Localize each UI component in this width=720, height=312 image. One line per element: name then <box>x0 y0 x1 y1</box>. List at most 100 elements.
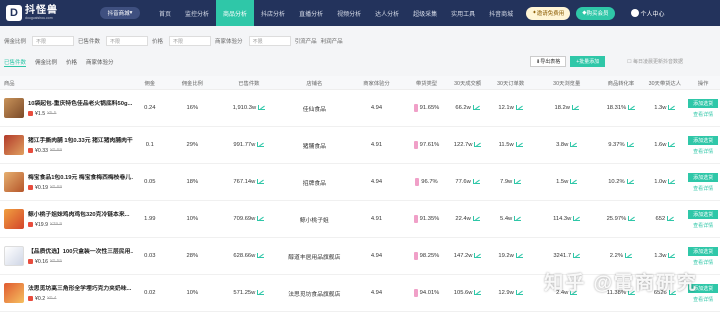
column-header[interactable]: 店铺名 <box>280 79 349 87</box>
trend-icon[interactable] <box>474 252 482 258</box>
column-header[interactable]: 30天浏览量 <box>535 79 599 87</box>
product-cell[interactable]: 法思觅坊高三角形全学埋巧克力夹奶味... ¥0.2 ¥0.4 <box>0 283 133 303</box>
buy-membership-button[interactable]: ◆ 购买会员 <box>576 6 615 20</box>
trend-icon[interactable] <box>515 252 523 258</box>
table-row[interactable]: 10袋起包-重庆特色佳品老火锅底料50g... ¥1.5 ¥5.5 0.24 16% 1,… <box>0 90 720 127</box>
product-cell[interactable]: 10袋起包-重庆特色佳品老火锅底料50g... ¥1.5 ¥5.5 <box>0 98 133 118</box>
trend-icon[interactable] <box>625 252 633 258</box>
sort-tab[interactable]: 已售件数 <box>4 58 27 67</box>
trend-icon[interactable] <box>573 215 581 221</box>
nav-item[interactable]: 达人分析 <box>368 0 406 26</box>
trend-icon[interactable] <box>515 141 523 147</box>
trend-icon[interactable] <box>257 215 265 221</box>
view-detail-link[interactable]: 查看详情 <box>686 148 720 155</box>
product-thumbnail[interactable] <box>4 209 24 229</box>
trend-icon[interactable] <box>472 215 480 221</box>
trend-icon[interactable] <box>667 215 675 221</box>
view-detail-link[interactable]: 查看详情 <box>686 111 720 118</box>
column-header[interactable]: 30天订单数 <box>486 79 535 87</box>
view-detail-link[interactable]: 查看详情 <box>686 222 720 229</box>
filter-option[interactable]: 引流产品 <box>295 37 317 45</box>
nav-item[interactable]: 抖店分析 <box>254 0 292 26</box>
trend-icon[interactable] <box>257 178 265 184</box>
nav-item[interactable]: 抖音商城 <box>482 0 520 26</box>
platform-selector[interactable]: 抖音商城 ▾ <box>100 7 140 19</box>
user-center[interactable]: 个人中心 <box>630 9 665 18</box>
column-header[interactable]: 带货类型 <box>404 79 449 87</box>
column-header[interactable]: 操作 <box>686 79 720 87</box>
add-selection-button[interactable]: 添加选货 <box>688 98 719 108</box>
trend-icon[interactable] <box>474 289 482 295</box>
add-selection-button[interactable]: 添加选货 <box>688 209 719 219</box>
trend-icon[interactable] <box>628 215 636 221</box>
view-detail-link[interactable]: 查看详情 <box>686 296 720 303</box>
trend-icon[interactable] <box>472 178 480 184</box>
column-header[interactable]: 商品 <box>0 79 133 87</box>
column-header[interactable]: 30天成交额 <box>449 79 486 87</box>
product-name[interactable]: 法思觅坊高三角形全学埋巧克力夹奶味... <box>28 285 133 293</box>
column-header[interactable]: 商品转化率 <box>598 79 643 87</box>
trend-icon[interactable] <box>472 104 480 110</box>
sort-tab[interactable]: 佣金比例 <box>35 58 57 67</box>
product-thumbnail[interactable] <box>4 98 24 118</box>
trend-icon[interactable] <box>515 104 523 110</box>
shop-name[interactable]: 鲸小桃子姐 <box>280 215 349 224</box>
product-cell[interactable]: 鲸小桃子姐妹鸡肉鸡包320克冷链本来... ¥19.9 ¥39.9 <box>0 209 133 229</box>
trend-icon[interactable] <box>668 141 676 147</box>
product-cell[interactable]: 猪江手撕肉脯 1包0.33元 猪江猪肉脯肉干... ¥0.33 ¥0.69 <box>0 135 133 155</box>
filter-option[interactable]: 利润产品 <box>321 37 343 45</box>
product-name[interactable]: 10袋起包-重庆特色佳品老火锅底料50g... <box>28 100 133 108</box>
filter-select[interactable]: 不限 <box>106 36 149 46</box>
product-thumbnail[interactable] <box>4 246 24 266</box>
product-thumbnail[interactable] <box>4 135 24 155</box>
product-name[interactable]: 梅宝食品1包0.19元 梅宝食梅西梅枝卷儿童... <box>28 174 133 182</box>
trend-icon[interactable] <box>668 252 676 258</box>
trend-icon[interactable] <box>257 252 265 258</box>
batch-add-button[interactable]: + 批量添加 <box>570 56 606 67</box>
trend-icon[interactable] <box>570 178 578 184</box>
shop-name[interactable]: 猪脯食品 <box>280 141 349 150</box>
trend-icon[interactable] <box>626 178 634 184</box>
shop-name[interactable]: 招牌食品 <box>280 178 349 187</box>
table-row[interactable]: 鲸小桃子姐妹鸡肉鸡包320克冷链本来... ¥19.9 ¥39.9 1.99 10% 70… <box>0 201 720 238</box>
view-detail-link[interactable]: 查看详情 <box>686 185 720 192</box>
column-header[interactable]: 佣金比例 <box>167 79 218 87</box>
filter-select[interactable]: 不限 <box>32 36 75 46</box>
filter-select[interactable]: 不限 <box>169 36 212 46</box>
nav-item[interactable]: 直播分析 <box>292 0 330 26</box>
trend-icon[interactable] <box>257 141 265 147</box>
product-cell[interactable]: 梅宝食品1包0.19元 梅宝食梅西梅枝卷儿童... ¥0.19 ¥0.69 <box>0 172 133 192</box>
invite-button[interactable]: ✦ 邀请免费用 <box>526 6 571 20</box>
trend-icon[interactable] <box>474 141 482 147</box>
filter-select[interactable]: 不限 <box>248 36 291 46</box>
trend-icon[interactable] <box>570 141 578 147</box>
column-header[interactable]: 佣金 <box>133 79 167 87</box>
nav-item[interactable]: 首页 <box>152 0 178 26</box>
sort-tab[interactable]: 商家体验分 <box>86 58 114 67</box>
shop-name[interactable]: 醇道丰居用品旗舰店 <box>280 252 349 261</box>
add-selection-button[interactable]: 添加选货 <box>688 135 719 145</box>
table-row[interactable]: 猪江手撕肉脯 1包0.33元 猪江猪肉脯肉干... ¥0.33 ¥0.69 0.1 29… <box>0 127 720 164</box>
trend-icon[interactable] <box>573 252 581 258</box>
column-header[interactable]: 30天带货达人 <box>643 79 686 87</box>
logo[interactable]: D 抖怪兽 douguaishou.com <box>6 5 98 21</box>
nav-item[interactable]: 视频分析 <box>330 0 368 26</box>
shop-name[interactable]: 法思觅坊食品旗舰店 <box>280 289 349 298</box>
export-button[interactable]: ⬇ 导出表格 <box>530 56 567 67</box>
nav-item[interactable]: 商品分析 <box>216 0 255 26</box>
product-name[interactable]: 鲸小桃子姐妹鸡肉鸡包320克冷链本来... <box>28 211 133 219</box>
trend-icon[interactable] <box>515 289 523 295</box>
column-header[interactable]: 商家体验分 <box>349 79 404 87</box>
sort-tab[interactable]: 价格 <box>66 58 77 67</box>
add-selection-button[interactable]: 添加选货 <box>688 172 719 182</box>
view-detail-link[interactable]: 查看详情 <box>686 259 720 266</box>
nav-item[interactable]: 实用工具 <box>444 0 482 26</box>
product-thumbnail[interactable] <box>4 283 24 303</box>
trend-icon[interactable] <box>514 215 522 221</box>
trend-icon[interactable] <box>628 104 636 110</box>
trend-icon[interactable] <box>257 289 265 295</box>
trend-icon[interactable] <box>668 178 676 184</box>
nav-item[interactable]: 超级采集 <box>406 0 444 26</box>
product-name[interactable]: 猪江手撕肉脯 1包0.33元 猪江猪肉脯肉干... <box>28 137 133 145</box>
column-header[interactable]: 已售件数 <box>218 79 280 87</box>
